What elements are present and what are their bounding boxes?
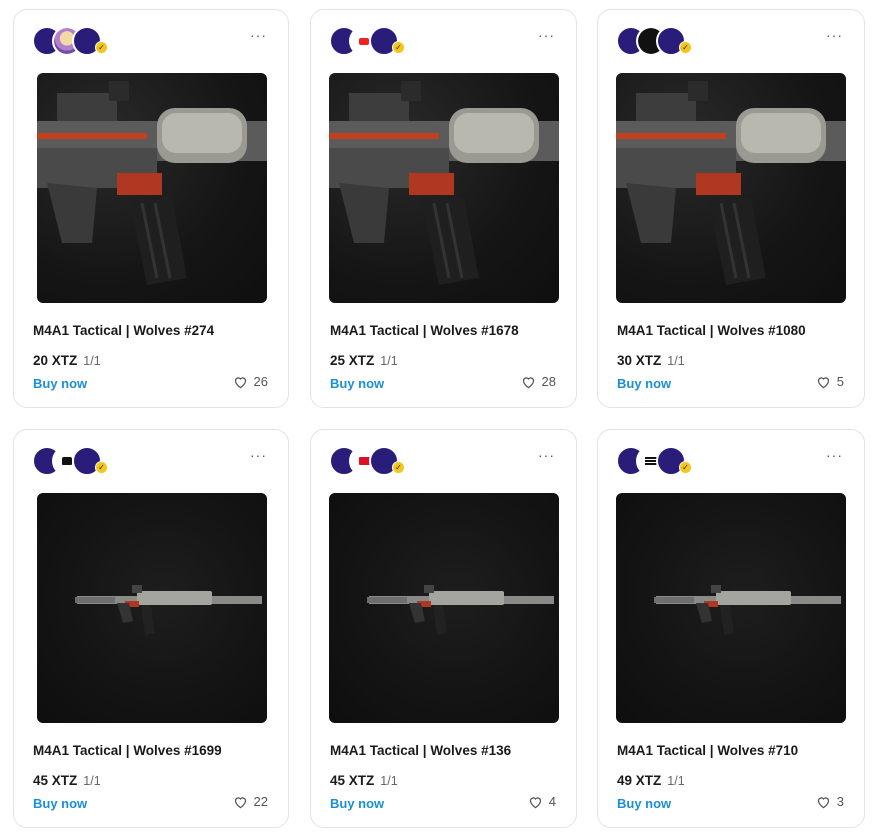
nft-image[interactable] xyxy=(329,493,559,723)
edition: 1/1 xyxy=(380,774,398,788)
heart-icon xyxy=(529,796,541,808)
nft-card[interactable]: ✓ ··· M4A1 Tactical | Wolves #136 45 XTZ… xyxy=(310,429,577,828)
item-title[interactable]: M4A1 Tactical | Wolves #1699 xyxy=(33,743,222,758)
like-button[interactable]: 5 xyxy=(816,374,844,389)
heart-icon xyxy=(234,796,246,808)
price-row: 30 XTZ 1/1 xyxy=(617,353,685,368)
price-row: 45 XTZ 1/1 xyxy=(330,773,398,788)
rifle-closeup-image xyxy=(616,81,846,285)
nft-image[interactable] xyxy=(616,73,846,303)
price-row: 25 XTZ 1/1 xyxy=(330,353,398,368)
item-title[interactable]: M4A1 Tactical | Wolves #1080 xyxy=(617,323,806,338)
owner-avatars: ✓ xyxy=(32,446,112,476)
nft-card[interactable]: ✓ ··· M4A1 Tactical | Wolves #274 20 XTZ… xyxy=(13,9,289,408)
like-count: 5 xyxy=(836,374,844,389)
price: 45 XTZ xyxy=(330,773,375,788)
price: 25 XTZ xyxy=(330,353,375,368)
item-title[interactable]: M4A1 Tactical | Wolves #274 xyxy=(33,323,214,338)
like-button[interactable]: 3 xyxy=(816,794,844,809)
owner-avatars: ✓ xyxy=(616,446,696,476)
like-count: 26 xyxy=(253,374,268,389)
nft-image[interactable] xyxy=(37,73,267,303)
like-button[interactable]: 26 xyxy=(233,374,268,389)
edition: 1/1 xyxy=(83,354,101,368)
nft-card[interactable]: ✓ ··· M4A1 Tactical | Wolves #1678 25 XT… xyxy=(310,9,577,408)
rifle-wide-image xyxy=(654,585,841,635)
more-options-button[interactable]: ··· xyxy=(250,448,266,462)
rifle-closeup-image xyxy=(37,81,267,285)
edition: 1/1 xyxy=(667,354,685,368)
price: 20 XTZ xyxy=(33,353,78,368)
heart-icon xyxy=(234,376,246,388)
nft-card[interactable]: ✓ ··· M4A1 Tactical | Wolves #1080 30 XT… xyxy=(597,9,865,408)
price-row: 45 XTZ 1/1 xyxy=(33,773,101,788)
more-options-button[interactable]: ··· xyxy=(250,28,266,42)
nft-image[interactable] xyxy=(616,493,846,723)
owner-avatars: ✓ xyxy=(616,26,696,56)
like-button[interactable]: 22 xyxy=(233,794,268,809)
nft-card[interactable]: ✓ ··· M4A1 Tactical | Wolves #1699 45 XT… xyxy=(13,429,289,828)
verified-check-icon: ✓ xyxy=(392,41,405,54)
like-button[interactable]: 4 xyxy=(528,794,556,809)
more-options-button[interactable]: ··· xyxy=(538,28,554,42)
buy-now-link[interactable]: Buy now xyxy=(617,796,671,811)
buy-now-link[interactable]: Buy now xyxy=(330,796,384,811)
rifle-wide-image xyxy=(75,585,262,635)
owner-avatars: ✓ xyxy=(32,26,112,56)
edition: 1/1 xyxy=(83,774,101,788)
rifle-closeup-image xyxy=(329,81,559,285)
like-count: 3 xyxy=(836,794,844,809)
rifle-wide-image xyxy=(367,585,554,635)
buy-now-link[interactable]: Buy now xyxy=(33,376,87,391)
price: 30 XTZ xyxy=(617,353,662,368)
verified-check-icon: ✓ xyxy=(392,461,405,474)
like-count: 4 xyxy=(548,794,556,809)
heart-icon xyxy=(817,796,829,808)
like-button[interactable]: 28 xyxy=(521,374,556,389)
edition: 1/1 xyxy=(380,354,398,368)
nft-image[interactable] xyxy=(329,73,559,303)
price: 49 XTZ xyxy=(617,773,662,788)
buy-now-link[interactable]: Buy now xyxy=(617,376,671,391)
item-title[interactable]: M4A1 Tactical | Wolves #710 xyxy=(617,743,798,758)
owner-avatars: ✓ xyxy=(329,446,409,476)
buy-now-link[interactable]: Buy now xyxy=(33,796,87,811)
verified-check-icon: ✓ xyxy=(679,41,692,54)
more-options-button[interactable]: ··· xyxy=(826,448,842,462)
nft-card[interactable]: ✓ ··· M4A1 Tactical | Wolves #710 49 XTZ… xyxy=(597,429,865,828)
buy-now-link[interactable]: Buy now xyxy=(330,376,384,391)
like-count: 22 xyxy=(253,794,268,809)
price-row: 20 XTZ 1/1 xyxy=(33,353,101,368)
heart-icon xyxy=(522,376,534,388)
like-count: 28 xyxy=(541,374,556,389)
verified-check-icon: ✓ xyxy=(95,41,108,54)
item-title[interactable]: M4A1 Tactical | Wolves #1678 xyxy=(330,323,519,338)
price-row: 49 XTZ 1/1 xyxy=(617,773,685,788)
verified-check-icon: ✓ xyxy=(679,461,692,474)
verified-check-icon: ✓ xyxy=(95,461,108,474)
nft-image[interactable] xyxy=(37,493,267,723)
more-options-button[interactable]: ··· xyxy=(826,28,842,42)
price: 45 XTZ xyxy=(33,773,78,788)
edition: 1/1 xyxy=(667,774,685,788)
owner-avatars: ✓ xyxy=(329,26,409,56)
item-title[interactable]: M4A1 Tactical | Wolves #136 xyxy=(330,743,511,758)
heart-icon xyxy=(817,376,829,388)
more-options-button[interactable]: ··· xyxy=(538,448,554,462)
